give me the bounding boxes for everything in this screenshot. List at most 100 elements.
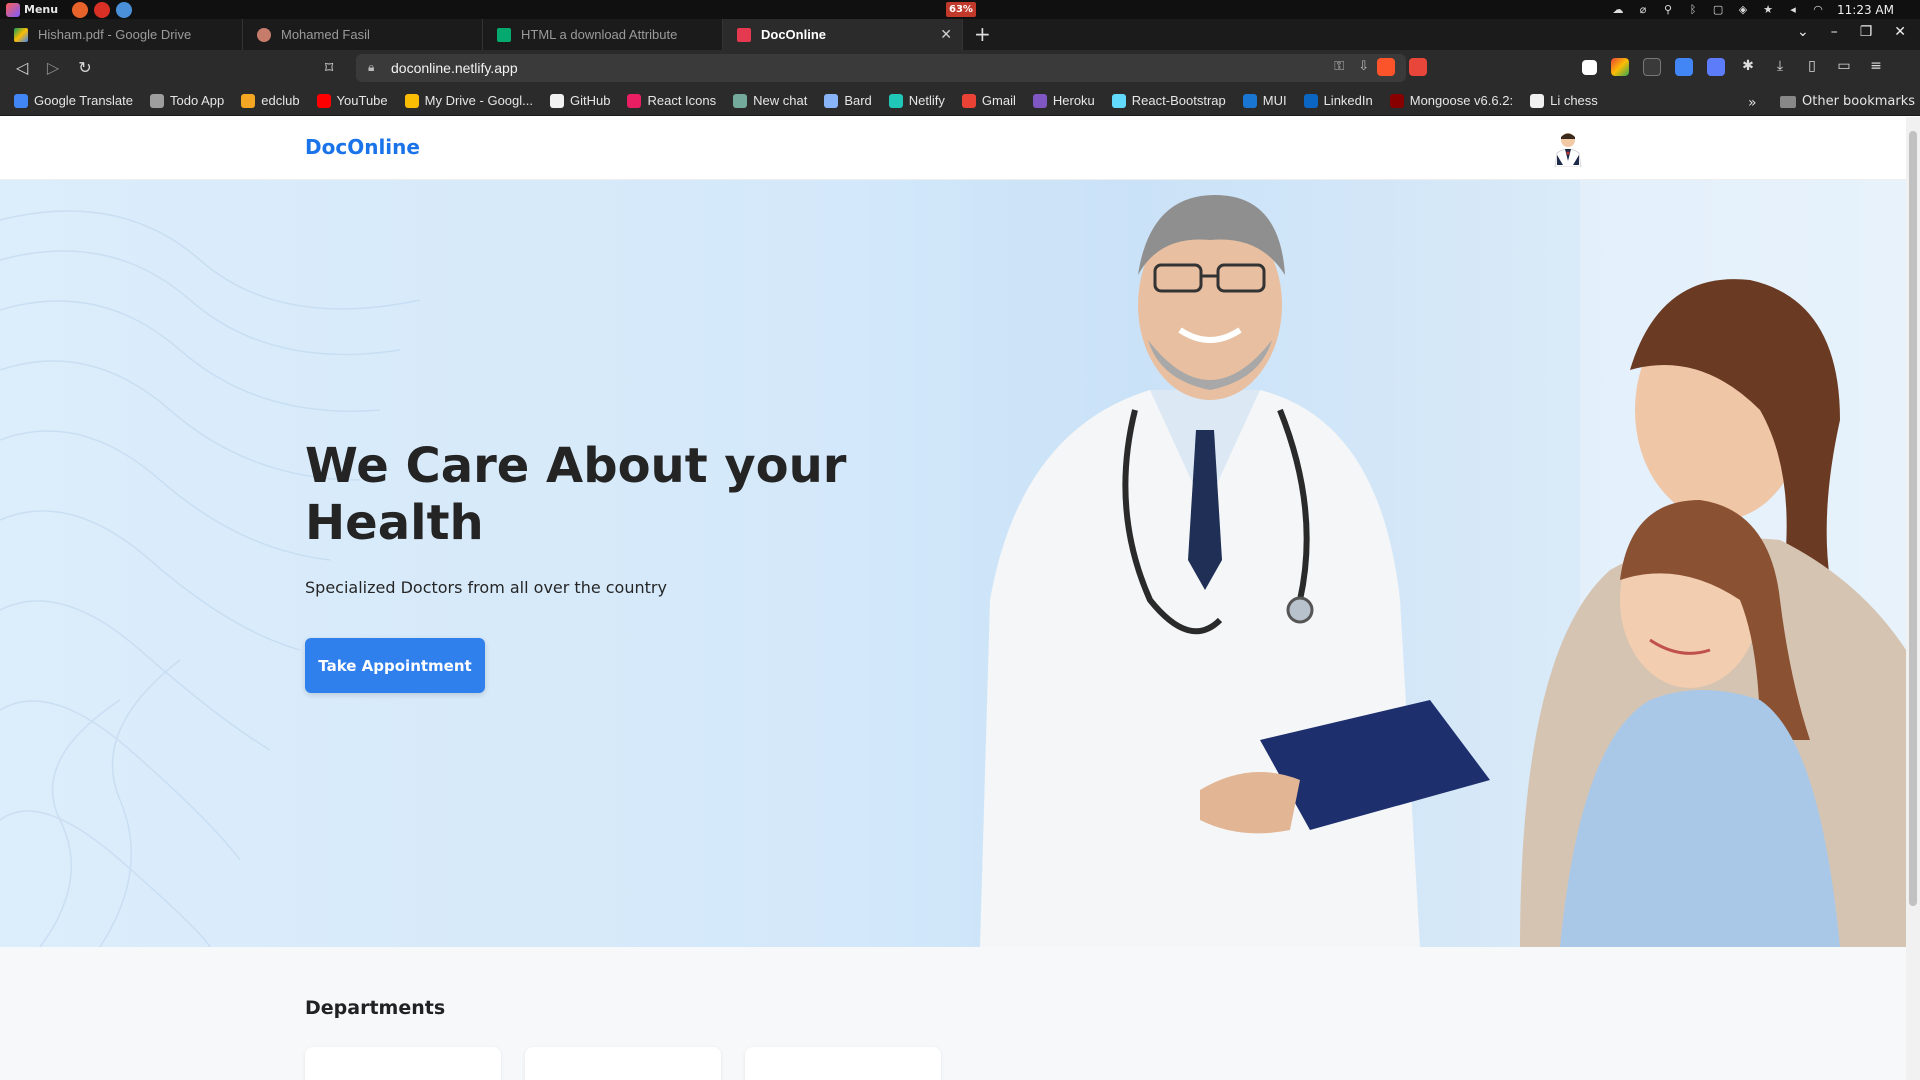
other-bookmarks-folder[interactable]: Other bookmarks [1780, 94, 1915, 109]
bookmark-item[interactable]: Mongoose v6.6.2: [1389, 93, 1513, 108]
take-appointment-button[interactable]: Take Appointment [305, 638, 485, 693]
bookmark-item[interactable]: LinkedIn [1303, 93, 1373, 108]
shield-icon[interactable]: ◈ [1737, 3, 1749, 16]
react-icon [1111, 93, 1126, 108]
url-text[interactable]: doconline.netlify.app [391, 60, 518, 76]
bookmark-item[interactable]: GitHub [550, 93, 610, 108]
departments-section: Departments [0, 947, 1906, 1080]
paperclip-icon[interactable]: ⌀ [1637, 3, 1649, 16]
doconline-icon [737, 27, 751, 42]
tab-html-download-attribute[interactable]: HTML a download Attribute [483, 19, 723, 50]
bookmark-label: YouTube [336, 93, 388, 108]
volume-icon[interactable]: ◂ [1787, 3, 1799, 16]
tab-doconline[interactable]: DocOnline ✕ [723, 19, 963, 50]
bookmark-item[interactable]: My Drive - Googl... [404, 93, 533, 108]
bookmark-item[interactable]: Heroku [1032, 93, 1095, 108]
other-bookmarks-label: Other bookmarks [1802, 94, 1916, 109]
tab-google-drive[interactable]: Hisham.pdf - Google Drive [0, 19, 243, 50]
bookmark-item[interactable]: Li chess [1530, 93, 1598, 108]
downloads-icon[interactable]: ⤓ [1771, 58, 1789, 76]
tab-close-icon[interactable]: ✕ [940, 27, 952, 41]
ghost-icon[interactable] [1643, 58, 1661, 76]
extensions-puzzle-icon[interactable]: ✱ [1739, 58, 1757, 76]
star-icon[interactable]: ★ [1762, 3, 1774, 16]
globe-icon [150, 93, 165, 108]
lock-icon[interactable]: 🔒︎ [368, 60, 374, 75]
brave-rewards-icon[interactable] [1409, 58, 1427, 76]
page-scrollbar[interactable] [1906, 117, 1920, 1080]
os-menu-label: Menu [24, 3, 59, 16]
bookmark-item[interactable]: React-Bootstrap [1111, 93, 1226, 108]
forward-icon[interactable]: ▷ [43, 58, 63, 78]
bookmark-item[interactable]: Bard [824, 93, 872, 108]
profile-icon [257, 27, 271, 42]
key-icon[interactable]: ⚿ [1334, 59, 1344, 74]
bookmark-item[interactable]: YouTube [316, 93, 388, 108]
clipboard-icon[interactable]: ▢ [1712, 3, 1724, 16]
bookmark-item[interactable]: Google Translate [14, 93, 133, 108]
bookmark-label: React-Bootstrap [1131, 93, 1226, 108]
lichess-icon [1530, 93, 1545, 108]
colorzilla-icon[interactable] [1611, 58, 1629, 76]
bluetooth-icon[interactable]: ᛒ [1687, 3, 1699, 16]
os-pinned-apps [72, 1, 133, 18]
extension-b-icon[interactable] [1582, 60, 1597, 75]
tab-title: DocOnline [761, 27, 827, 42]
bookmark-item[interactable]: Gmail [961, 93, 1016, 108]
site-brand-logo[interactable]: DocOnline [305, 135, 420, 159]
location-icon[interactable]: ⚲ [1662, 3, 1674, 16]
chromium-icon[interactable] [116, 1, 133, 18]
bookmark-label: Netlify [908, 93, 945, 108]
bookmark-label: Todo App [170, 93, 225, 108]
os-menu-button[interactable]: Menu [0, 0, 58, 19]
bookmark-label: Li chess [1550, 93, 1598, 108]
wallet-icon[interactable]: ▭ [1835, 58, 1853, 76]
bookmark-item[interactable]: Netlify [888, 93, 945, 108]
department-card[interactable] [525, 1047, 721, 1080]
wifi-icon[interactable]: ◠ [1812, 3, 1824, 16]
bookmark-item[interactable]: New chat [733, 93, 807, 108]
back-icon[interactable]: ◁ [12, 58, 32, 78]
bookmark-label: React Icons [647, 93, 717, 108]
system-clock[interactable]: 11:23 AM [1837, 3, 1894, 17]
tab-mohamed-fasil[interactable]: Mohamed Fasil [243, 19, 483, 50]
reload-icon[interactable]: ↻ [75, 58, 95, 78]
close-window-icon[interactable]: ✕ [1894, 24, 1906, 40]
cloud-sync-icon[interactable]: ☁ [1612, 3, 1624, 16]
os-menu-icon [6, 2, 20, 17]
brave-shields-icon[interactable] [1377, 58, 1395, 76]
tab-search-icon[interactable]: ⌄ [1797, 24, 1809, 40]
bookmark-label: edclub [261, 93, 300, 108]
department-card[interactable] [305, 1047, 501, 1080]
bookmark-item[interactable]: edclub [241, 93, 300, 108]
doctor-avatar-icon[interactable] [1551, 131, 1585, 167]
bookmark-item[interactable]: MUI [1242, 93, 1287, 108]
hero-heading: We Care About your Health [305, 438, 847, 551]
bookmark-label: My Drive - Googl... [424, 93, 533, 108]
bookmark-page-icon[interactable]: ⌑ [325, 58, 333, 77]
bookmark-label: Gmail [981, 93, 1016, 108]
window-controls: ⌄ – ❐ ✕ [1797, 24, 1906, 40]
brave-browser-icon[interactable] [72, 1, 89, 18]
address-bar[interactable]: 🔒︎ doconline.netlify.app ⚿ ⇩ ⋖ [356, 54, 1406, 82]
install-app-icon[interactable]: ⇩ [1358, 59, 1369, 74]
bookmarks-overflow-button[interactable]: » [1748, 95, 1757, 111]
google-translate-icon [14, 93, 28, 108]
w3schools-icon [497, 27, 511, 42]
browser-tab-strip: Hisham.pdf - Google Drive Mohamed Fasil … [0, 19, 1920, 50]
new-tab-button[interactable]: + [974, 24, 991, 44]
bookmark-item[interactable]: React Icons [627, 93, 716, 108]
bookmark-item[interactable]: Todo App [150, 93, 224, 108]
vpn-icon[interactable] [1707, 58, 1725, 76]
sidebar-icon[interactable]: ▯ [1803, 58, 1821, 76]
hero-section: We Care About your Health Specialized Do… [0, 180, 1906, 947]
menu-icon[interactable]: ≡ [1867, 58, 1885, 76]
google-translate-ext-icon[interactable] [1675, 58, 1693, 76]
bookmark-label: LinkedIn [1323, 93, 1373, 108]
department-card[interactable] [745, 1047, 941, 1080]
scrollbar-thumb[interactable] [1909, 131, 1917, 906]
pdf-reader-icon[interactable] [94, 1, 111, 18]
hero-subheading: Specialized Doctors from all over the co… [305, 578, 667, 597]
maximize-icon[interactable]: ❐ [1860, 24, 1873, 40]
minimize-icon[interactable]: – [1831, 24, 1838, 40]
